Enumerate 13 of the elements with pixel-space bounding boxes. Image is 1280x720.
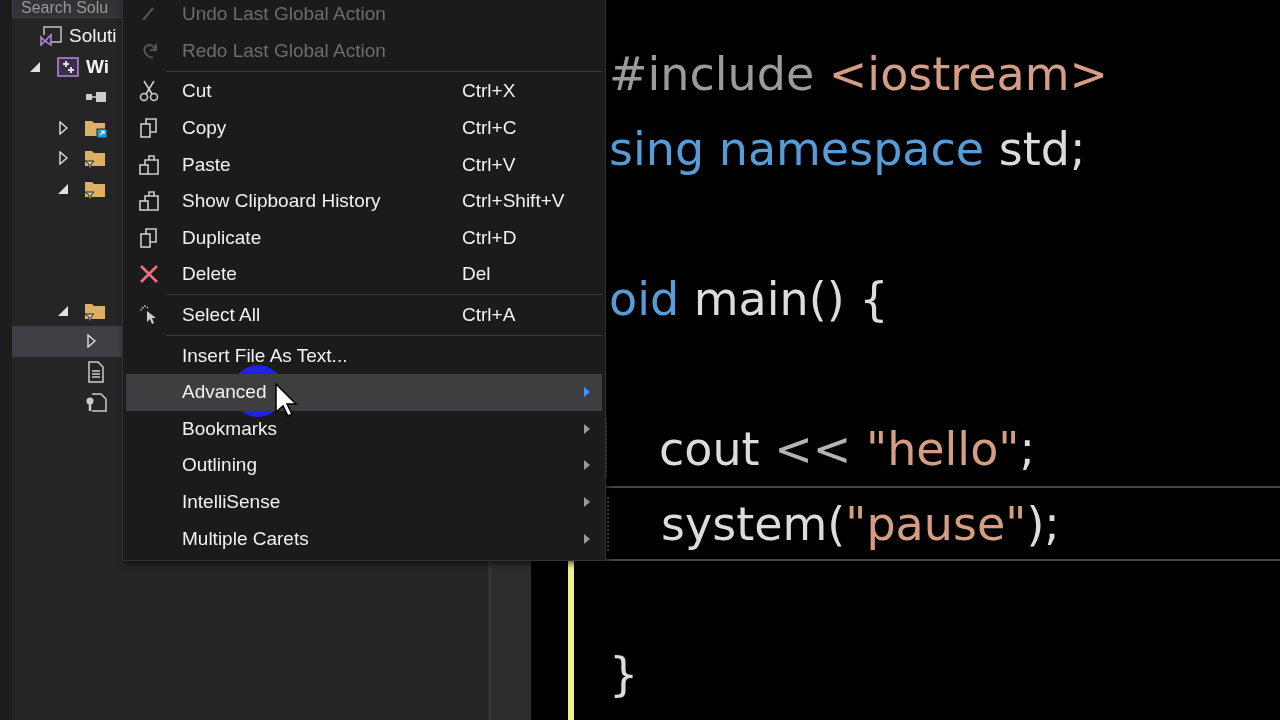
shortcut-label: Ctrl+X [462,80,517,103]
tree-item-label: Soluti [69,25,117,48]
shortcut-label: Ctrl+C [462,117,518,140]
shortcut-label: Ctrl+D [462,226,518,249]
tree-item-label: Wi [86,55,110,78]
code-line: oid main() { [609,271,889,326]
code-line: #include <iostream> [609,46,1109,101]
shortcut-label: Ctrl+Shift+V [462,190,566,213]
code-line: sing namespace std; [609,121,1086,176]
shortcut-label: Ctrl+A [462,304,517,327]
shortcut-label: Ctrl+V [462,153,517,176]
code-line: } [609,646,639,701]
shortcut-label: Del [462,263,492,286]
